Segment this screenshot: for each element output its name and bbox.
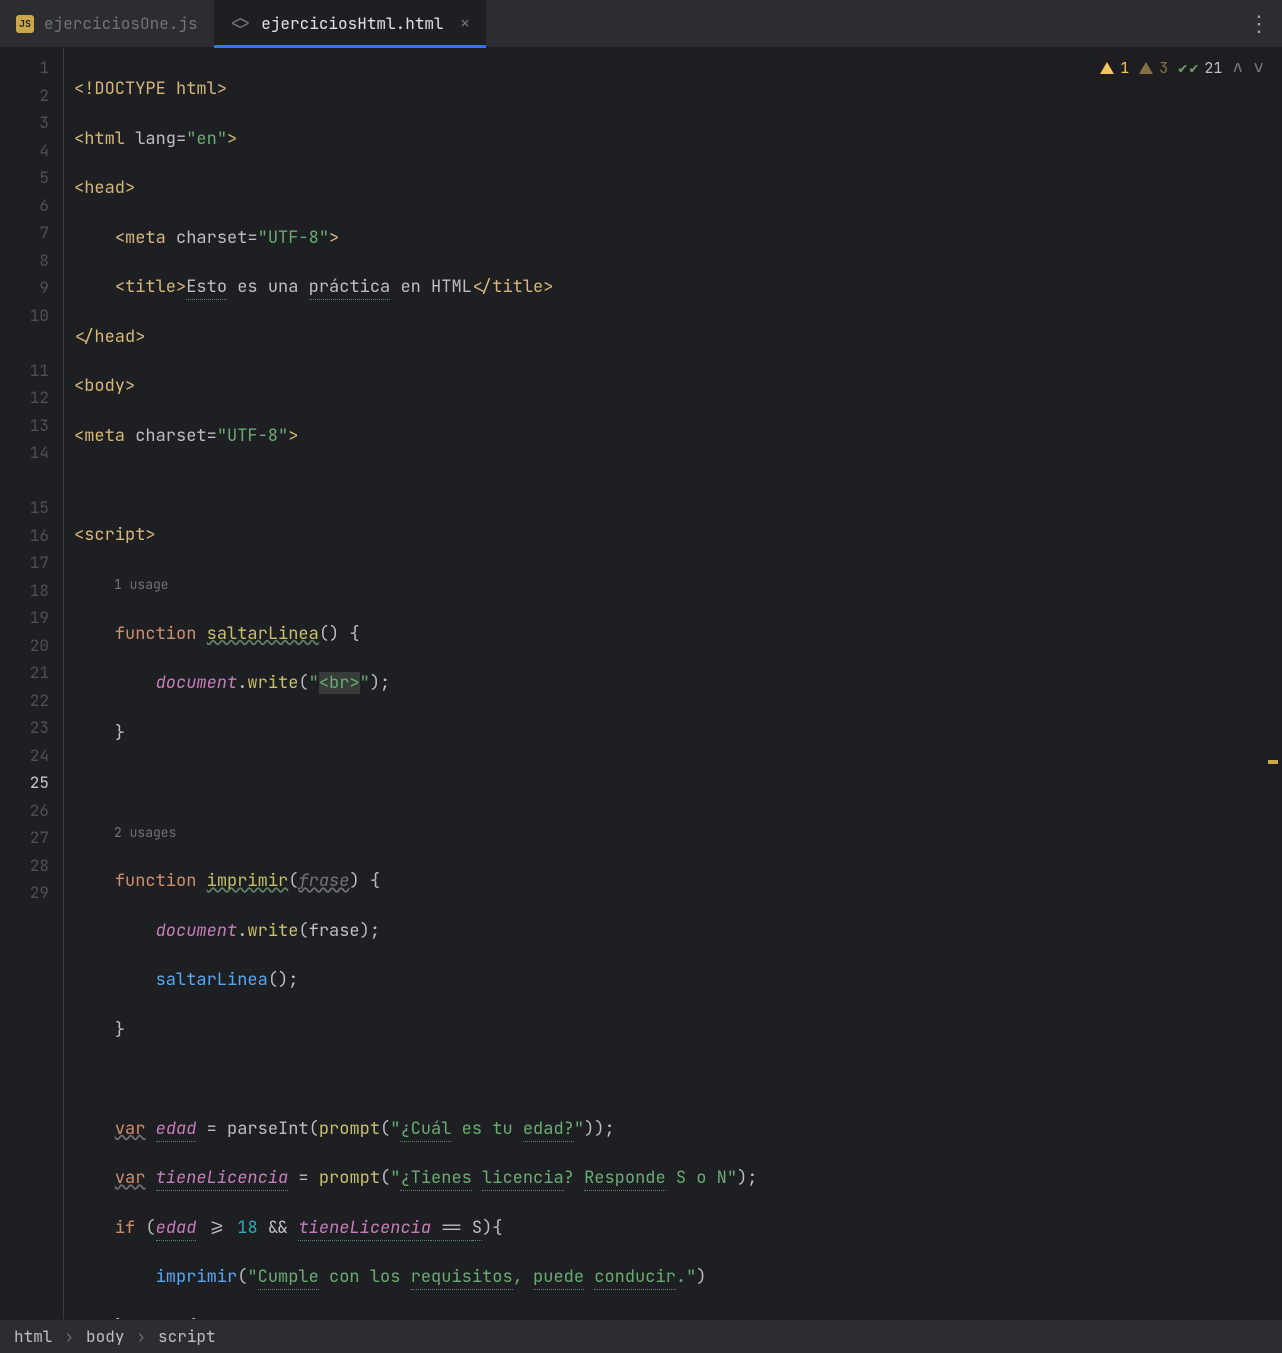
gutter-hint-spacer	[6, 329, 49, 357]
gutter-hint-spacer	[6, 467, 49, 495]
usage-hint[interactable]: 2 usages	[74, 819, 1282, 847]
line-number[interactable]: 25	[6, 769, 49, 797]
line-number-gutter: 1 2 3 4 5 6 7 8 9 10 11 12 13 14 15 16 1…	[0, 48, 64, 1319]
line-number[interactable]: 10	[6, 302, 49, 330]
line-number[interactable]: 19	[6, 604, 49, 632]
line-number[interactable]: 15	[6, 494, 49, 522]
line-number[interactable]: 29	[6, 879, 49, 907]
line-number[interactable]: 20	[6, 632, 49, 660]
tab-label: ejerciciosHtml.html	[261, 13, 443, 34]
chevron-right-icon: ›	[136, 1326, 146, 1347]
line-number[interactable]: 1	[6, 54, 49, 82]
close-icon[interactable]: ×	[460, 12, 471, 35]
line-number[interactable]: 26	[6, 797, 49, 825]
html-file-icon: <>	[230, 15, 252, 33]
line-number[interactable]: 5	[6, 164, 49, 192]
line-number[interactable]: 18	[6, 577, 49, 605]
line-number[interactable]: 2	[6, 82, 49, 110]
line-number[interactable]: 12	[6, 384, 49, 412]
line-number[interactable]: 22	[6, 687, 49, 715]
line-number[interactable]: 24	[6, 742, 49, 770]
line-number[interactable]: 21	[6, 659, 49, 687]
breadcrumb-item[interactable]: html	[14, 1326, 52, 1347]
editor[interactable]: 1 3 ✔✔ 21 ∧ ∨ 1 2 3 4 5 6 7 8 9 10 11 12…	[0, 48, 1282, 1319]
line-number[interactable]: 27	[6, 824, 49, 852]
tab-ejercicios-html[interactable]: <> ejerciciosHtml.html ×	[214, 0, 487, 47]
breadcrumb: html › body › script	[0, 1319, 1282, 1353]
line-number[interactable]: 9	[6, 274, 49, 302]
code-area[interactable]: <!DOCTYPE html> <html lang="en"> <head> …	[64, 48, 1282, 1319]
tab-bar: JS ejerciciosOne.js <> ejerciciosHtml.ht…	[0, 0, 1282, 48]
line-number[interactable]: 3	[6, 109, 49, 137]
tab-spacer	[486, 0, 1236, 47]
line-number[interactable]: 8	[6, 247, 49, 275]
tab-ejercicios-one[interactable]: JS ejerciciosOne.js	[0, 0, 214, 47]
breadcrumb-item[interactable]: script	[158, 1326, 216, 1347]
tab-more-button[interactable]: ⋮	[1236, 0, 1282, 47]
tab-label: ejerciciosOne.js	[44, 13, 198, 34]
line-number[interactable]: 28	[6, 852, 49, 880]
line-number[interactable]: 6	[6, 192, 49, 220]
line-number[interactable]: 7	[6, 219, 49, 247]
line-number[interactable]: 23	[6, 714, 49, 742]
line-number[interactable]: 11	[6, 357, 49, 385]
chevron-right-icon: ›	[64, 1326, 74, 1347]
line-number[interactable]: 14	[6, 439, 49, 467]
usage-hint[interactable]: 1 usage	[74, 571, 1282, 599]
js-file-icon: JS	[16, 15, 34, 33]
line-number[interactable]: 13	[6, 412, 49, 440]
line-number[interactable]: 4	[6, 137, 49, 165]
breadcrumb-item[interactable]: body	[86, 1326, 124, 1347]
line-number[interactable]: 16	[6, 522, 49, 550]
line-number[interactable]: 17	[6, 549, 49, 577]
